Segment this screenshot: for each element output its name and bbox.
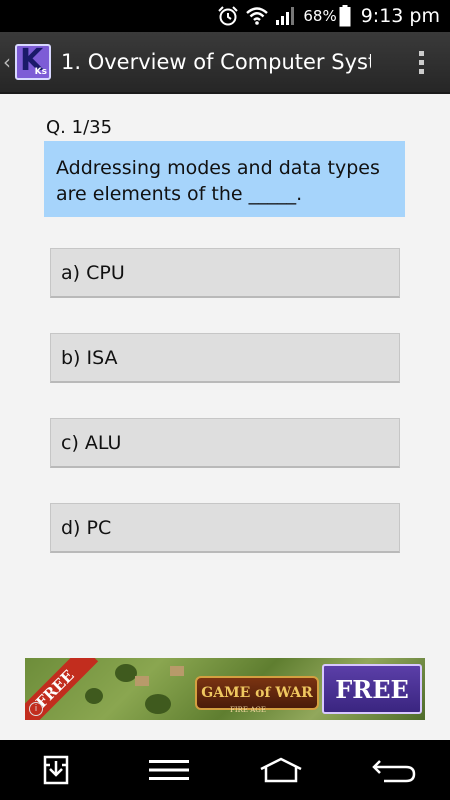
battery-percent: 68% <box>303 7 337 25</box>
ad-tree-decoration <box>145 694 171 714</box>
ad-game-title: GAME of WAR <box>195 676 319 710</box>
app-logo[interactable]: K Ks <box>15 43 51 80</box>
ad-banner[interactable]: FREE GAME of WAR FIRE AGE FREE i <box>25 658 425 720</box>
ad-hut-decoration <box>170 666 184 676</box>
option-c-button[interactable]: c) ALU <box>50 418 400 468</box>
download-icon[interactable] <box>26 750 86 790</box>
action-bar: ‹ K Ks 1. Overview of Computer Syste <box>0 32 450 94</box>
option-d-button[interactable]: d) PC <box>50 503 400 553</box>
page-title: 1. Overview of Computer Syste <box>61 50 371 74</box>
ad-tree-decoration <box>85 688 103 704</box>
screen: 68% 9:13 pm ‹ K Ks 1. Overview of Comput… <box>0 0 450 800</box>
home-icon[interactable] <box>251 750 311 790</box>
signal-icon <box>275 6 297 26</box>
menu-icon[interactable] <box>139 750 199 790</box>
app-logo-sub: Ks <box>34 67 47 77</box>
alarm-icon <box>217 5 239 27</box>
ad-free-button[interactable]: FREE <box>322 664 422 714</box>
question-number: Q. 1/35 <box>46 117 113 138</box>
status-bar: 68% 9:13 pm <box>0 0 450 32</box>
ad-subtitle: FIRE AGE <box>230 706 266 714</box>
ad-info-icon[interactable]: i <box>29 702 43 716</box>
overflow-menu-icon[interactable] <box>419 50 424 74</box>
back-icon[interactable] <box>364 750 424 790</box>
question-text: Addressing modes and data types are elem… <box>44 141 405 217</box>
clock: 9:13 pm <box>360 5 440 27</box>
option-a-button[interactable]: a) CPU <box>50 248 400 298</box>
up-caret-icon[interactable]: ‹ <box>3 50 13 74</box>
option-b-button[interactable]: b) ISA <box>50 333 400 383</box>
nav-bar <box>0 740 450 800</box>
ad-hut-decoration <box>135 676 149 686</box>
battery-icon <box>339 5 351 27</box>
wifi-icon <box>245 6 269 26</box>
ad-tree-decoration <box>115 664 137 682</box>
